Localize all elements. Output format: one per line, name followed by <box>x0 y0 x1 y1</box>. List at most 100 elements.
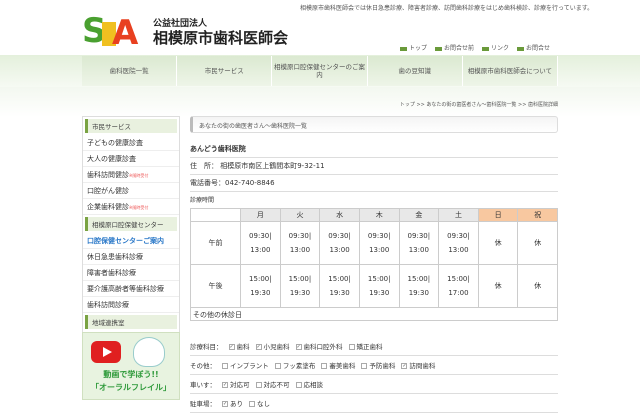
attribute-row: 駐車場： ✓ あり なし <box>190 394 558 413</box>
sidebar-item-label: 子どもの健康診査 <box>87 138 143 147</box>
checkbox[interactable] <box>255 382 262 388</box>
hours-cell: 15:00|19:30 <box>279 264 321 308</box>
checkbox[interactable]: ✓ <box>295 344 302 350</box>
hours-value: 休 <box>494 282 502 290</box>
sda-logo[interactable]: SA <box>82 8 150 53</box>
checkbox-label: 小児歯科 <box>263 343 290 351</box>
hours-cell: 09:30|13:00 <box>398 221 440 265</box>
hours-row: 午後 15:00|19:30 15:00|19:30 15:00|19:30 15:00… <box>190 264 558 308</box>
sidebar-item-label: 障害者歯科診療 <box>87 268 136 277</box>
main-nav: 歯科医院一覧 市民サービス 相模原口腔保健センターのご案内 歯の豆知識 相模原市… <box>82 56 559 86</box>
hours-value: 09:30|13:00 <box>249 232 272 254</box>
checkbox-label: 歯科 <box>236 343 250 351</box>
blank-header <box>190 208 241 222</box>
banner-line1: 動画で学ぼう!! <box>103 370 159 379</box>
checkbox[interactable]: ✓ <box>222 382 228 388</box>
checkbox-label: インプラント <box>230 362 269 370</box>
hours-value: 休 <box>534 282 542 290</box>
sidebar-heading: 相模原口腔保健センター <box>85 217 177 231</box>
top-links: トップ お問合せ前 リンク お問合せ <box>400 43 550 52</box>
top-link-top[interactable]: トップ <box>400 43 427 52</box>
hours-value: 休 <box>494 239 502 247</box>
checkbox-label: あり <box>230 400 243 408</box>
checkbox-label: 対応可 <box>230 381 250 389</box>
checkbox[interactable] <box>348 344 355 350</box>
period-label: 午前 <box>190 221 241 265</box>
hours-cell: 休 <box>477 221 519 265</box>
attribute-row: 診療科目： ✓ 歯科 ✓ 小児歯科 ✓ 歯科口腔外科 矯正歯科 <box>190 337 558 356</box>
sidebar-item-label: 大人の健康診査 <box>87 154 136 163</box>
checkbox[interactable] <box>295 382 302 388</box>
checkbox[interactable] <box>274 363 281 369</box>
checkbox[interactable] <box>321 363 328 369</box>
hours-value: 09:30|13:00 <box>407 232 431 254</box>
checkbox[interactable]: ✓ <box>401 363 408 369</box>
hours-cell: 15:00|19:30 <box>358 264 400 308</box>
day-header: 金 <box>398 208 440 222</box>
top-link-contact[interactable]: お問合せ <box>517 43 550 52</box>
hours-row: 午前 09:30|13:00 09:30|13:00 09:30|13:00 09:30… <box>190 221 558 265</box>
day-header: 火 <box>279 208 321 222</box>
hours-cell: 休 <box>517 264 558 308</box>
breadcrumb[interactable]: トップ >> あなたの街の歯医者さん〜歯科医院一覧 >> 歯科医院詳細 <box>400 101 558 108</box>
header-tagline: 相模原市歯科医師会では休日急患診療、障害者診療、訪問歯科診療をはじめ歯科検診、診… <box>300 5 594 12</box>
sidebar-item[interactable]: 休日急患歯科診療 <box>83 249 179 265</box>
clinic-phone: 電話番号：042-740-8846 <box>190 175 558 192</box>
hours-value: 15:00|19:30 <box>367 275 391 297</box>
sidebar-item[interactable]: 障害者歯科診療 <box>83 265 179 281</box>
hours-value: 09:30|13:00 <box>447 232 470 254</box>
sidebar-item[interactable]: 子どもの健康診査 <box>83 135 179 151</box>
attribute-label: 駐車場： <box>190 400 216 408</box>
arrow-icon <box>400 46 407 51</box>
sidebar-item[interactable]: 企業歯科健診※随時受付 <box>83 199 179 215</box>
sidebar-item-label: 要介護高齢者等歯科診療 <box>87 284 164 293</box>
hours-cell: 09:30|13:00 <box>438 221 479 265</box>
hours-cell: 15:00|17:00 <box>438 264 479 308</box>
sidebar-item-label: 休日急患歯科診療 <box>87 252 143 261</box>
sidebar-item[interactable]: 要介護高齢者等歯科診療 <box>83 281 179 297</box>
day-header: 木 <box>358 208 400 222</box>
nav-tooth-trivia[interactable]: 歯の豆知識 <box>367 56 463 86</box>
hours-value: 15:00|19:30 <box>407 275 431 297</box>
checkbox-label: なし <box>257 400 270 408</box>
checkbox[interactable]: ✓ <box>222 401 228 407</box>
checkbox-label: 矯正歯科 <box>356 343 383 351</box>
checkbox-label: 訪問歯科 <box>409 362 436 370</box>
hours-value: 09:30|13:00 <box>328 232 351 254</box>
nav-clinic-list[interactable]: 歯科医院一覧 <box>82 56 178 86</box>
hours-value: 09:30|13:00 <box>367 232 391 254</box>
sidebar-item[interactable]: 歯科訪問健診※随時受付 <box>83 167 179 183</box>
banner-line2: 「オーラルフレイル」 <box>91 383 171 392</box>
hours-label: 診療時間 <box>190 197 215 204</box>
sidebar-item-label: 歯科訪問健診 <box>87 170 129 179</box>
sidebar-item-label: 口腔がん健診 <box>87 186 129 195</box>
sidebar-item[interactable]: 歯科訪問診療 <box>83 297 179 313</box>
nav-about[interactable]: 相模原市歯科医師会について <box>462 56 559 86</box>
nav-citizen-services[interactable]: 市民サービス <box>177 56 273 86</box>
other-closed-days: その他の休診日 <box>190 308 558 321</box>
top-link-links[interactable]: リンク <box>482 43 509 52</box>
sidebar-item-note: ※随時受付 <box>129 172 149 178</box>
checkbox[interactable] <box>249 401 255 407</box>
tooth-mascot-icon <box>133 337 165 367</box>
attribute-row: 車いす： ✓ 対応可 対応不可 応相談 <box>190 375 558 394</box>
svg-text:A: A <box>112 13 139 48</box>
arrow-icon <box>435 46 443 51</box>
sidebar-item-label: 企業歯科健診 <box>87 202 129 211</box>
top-link-2[interactable]: お問合せ前 <box>435 43 474 52</box>
sidebar-item[interactable]: 口腔がん健診 <box>83 183 179 199</box>
attribute-row: その他： インプラント フッ素塗布 審美歯科 予防歯科 ✓ 訪問歯科 <box>190 356 558 375</box>
sidebar-item[interactable]: 口腔保健センターご案内 <box>83 233 179 249</box>
checkbox[interactable]: ✓ <box>255 344 262 350</box>
checkbox-label: 歯科口腔外科 <box>303 343 343 351</box>
nav-oral-health-center[interactable]: 相模原口腔保健センターのご案内 <box>272 56 368 86</box>
sidebar-item[interactable]: 大人の健康診査 <box>83 151 179 167</box>
hours-value: 15:00|17:00 <box>447 275 470 297</box>
checkbox-label: 対応不可 <box>263 381 290 389</box>
checkbox[interactable]: ✓ <box>228 344 235 350</box>
oral-frail-video-banner[interactable]: 動画で学ぼう!! 「オーラルフレイル」 <box>82 332 180 400</box>
hours-table: 月火水木金土日祝午前 09:30|13:00 09:30|13:00 09:30|13… <box>190 208 558 308</box>
day-header: 月 <box>240 208 281 222</box>
checkbox[interactable] <box>361 363 368 369</box>
checkbox[interactable] <box>222 363 228 369</box>
